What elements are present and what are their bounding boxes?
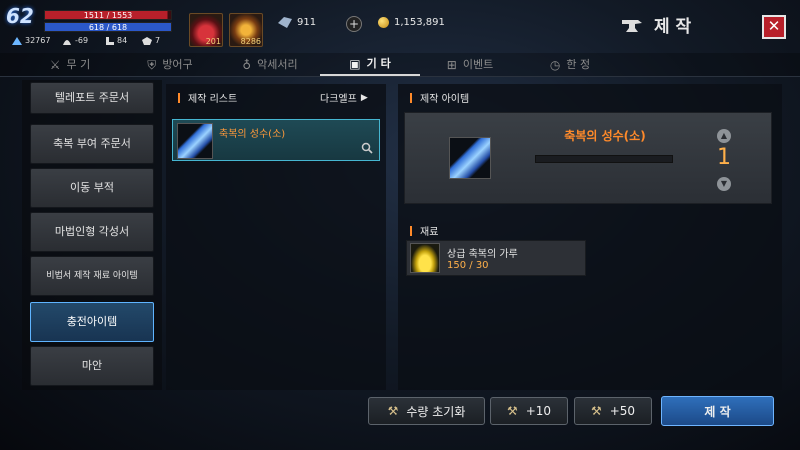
- craft-progress-bar: [535, 155, 673, 163]
- category-teleport-scroll[interactable]: 텔레포트 주문서: [30, 82, 154, 114]
- holy-water-icon: [177, 123, 213, 159]
- tab-event-label: 이벤트: [462, 57, 494, 71]
- craft-item-icon: [449, 137, 491, 179]
- category-magic-eye[interactable]: 마안: [30, 346, 154, 386]
- craft-list-header: 제작 리스트: [178, 90, 237, 105]
- box-icon: ▣: [349, 56, 361, 71]
- plus10-label: +10: [525, 404, 552, 418]
- category-doll-awaken[interactable]: 마법인형 각성서: [30, 212, 154, 252]
- player-level: 62: [6, 4, 34, 28]
- craft-item-name: 축복의 성수(소): [564, 129, 646, 143]
- crystal-icon: [278, 17, 292, 28]
- plus50-label: +50: [609, 404, 636, 418]
- quantity-down-icon[interactable]: ▼: [717, 177, 731, 191]
- swords-icon: ⚔: [49, 57, 61, 72]
- race-filter-button[interactable]: 다크엘프 ▶: [320, 90, 368, 106]
- materials-header: 재료: [410, 223, 438, 238]
- hp-text: 1511 / 1553: [83, 11, 133, 20]
- gold-coin-icon: [378, 17, 389, 28]
- reset-quantity-button[interactable]: ⚒ 수량 초기화: [368, 397, 485, 425]
- category-charge-item[interactable]: 충전아이템: [30, 302, 154, 342]
- helmet-icon: [63, 39, 71, 45]
- gold-counter: 1,153,891: [378, 17, 445, 28]
- stat-crest-value: 7: [155, 36, 161, 45]
- gold-value: 1,153,891: [394, 17, 445, 28]
- plus10-button[interactable]: ⚒ +10: [490, 397, 568, 425]
- hammer-icon: ⚒: [387, 404, 399, 418]
- gift-icon: ⊞: [446, 57, 457, 72]
- craft-item-box: 축복의 성수(소) ▲ 1 ▼: [404, 112, 772, 204]
- crystal-value: 911: [297, 17, 317, 28]
- craft-list-item[interactable]: 축복의 성수(소): [172, 119, 380, 161]
- plus50-button[interactable]: ⚒ +50: [574, 397, 652, 425]
- stat-speed-value: 84: [117, 36, 128, 45]
- material-count: 150 / 30: [447, 260, 489, 271]
- timer-icon: ◷: [549, 57, 561, 72]
- quick-slot-potion[interactable]: 201: [189, 13, 223, 47]
- power-icon: [12, 36, 22, 45]
- boot-icon: [106, 36, 114, 45]
- quantity-value: 1: [717, 145, 731, 170]
- category-secret-book-material[interactable]: 비법서 제작 재료 아이템: [30, 256, 154, 296]
- add-currency-button[interactable]: +: [346, 16, 362, 32]
- materials-title: 재료: [420, 227, 439, 238]
- material-name: 상급 축복의 가루: [447, 249, 518, 260]
- tab-accessory[interactable]: ♁ 악세서리: [220, 53, 320, 76]
- hp-bar: 1511 / 1553: [44, 10, 172, 20]
- crystal-counter: 911: [278, 17, 316, 28]
- tab-etc[interactable]: ▣ 기 타: [320, 53, 420, 76]
- tab-etc-label: 기 타: [366, 56, 391, 70]
- window-title-group: 제 작: [622, 12, 722, 37]
- stat-power-value: 32767: [25, 36, 51, 45]
- play-arrow-icon: ▶: [360, 92, 368, 103]
- reset-quantity-label: 수량 초기화: [406, 404, 466, 419]
- stat-defense: -69: [62, 36, 88, 45]
- quick-slot-food[interactable]: 8286: [229, 13, 263, 47]
- category-bless-scroll[interactable]: 축복 부여 주문서: [30, 124, 154, 164]
- race-filter-label: 다크엘프: [320, 94, 357, 105]
- craft-item-title: 제작 아이템: [420, 94, 470, 105]
- craft-button[interactable]: 제 작: [661, 396, 774, 426]
- quick-slot-potion-count: 201: [205, 37, 221, 46]
- category-tabs: ⚔ 무 기 ⛨ 방어구 ♁ 악세서리 ▣ 기 타 ⊞ 이벤트 ◷ 한 정: [0, 53, 800, 77]
- stat-defense-value: -69: [75, 36, 89, 45]
- tab-armor-label: 방어구: [162, 57, 193, 71]
- anvil-icon: [622, 19, 642, 32]
- hammer-icon: ⚒: [506, 404, 518, 418]
- tab-accessory-label: 악세서리: [257, 57, 298, 71]
- material-item[interactable]: 상급 축복의 가루 150 / 30: [406, 240, 586, 276]
- stat-power: 32767: [12, 36, 50, 45]
- hammer-icon: ⚒: [590, 404, 602, 418]
- category-move-charm[interactable]: 이동 부적: [30, 168, 154, 208]
- stat-crest: 7: [142, 36, 160, 45]
- craft-list-item-name: 축복의 성수(소): [219, 129, 286, 140]
- craft-item-header: 제작 아이템: [410, 90, 469, 105]
- quick-slot-food-count: 8286: [240, 37, 261, 46]
- mp-text: 618 / 618: [88, 23, 128, 32]
- stat-speed: 84: [104, 36, 127, 45]
- crest-icon: [142, 36, 152, 45]
- tab-weapon[interactable]: ⚔ 무 기: [20, 53, 120, 76]
- tab-event[interactable]: ⊞ 이벤트: [420, 53, 520, 76]
- amulet-icon: ♁: [242, 57, 252, 72]
- dust-icon: [410, 243, 440, 273]
- shield-icon: ⛨: [147, 57, 157, 72]
- magnifier-icon[interactable]: [361, 142, 373, 154]
- craft-list-title: 제작 리스트: [188, 94, 238, 105]
- tab-armor[interactable]: ⛨ 방어구: [120, 53, 220, 76]
- tab-limited-label: 한 정: [566, 57, 591, 71]
- tab-weapon-label: 무 기: [66, 57, 91, 71]
- window-title: 제 작: [654, 17, 692, 37]
- close-button[interactable]: ✕: [762, 15, 786, 39]
- mp-bar: 618 / 618: [44, 22, 172, 32]
- quantity-up-icon[interactable]: ▲: [717, 129, 731, 143]
- tab-limited[interactable]: ◷ 한 정: [520, 53, 620, 76]
